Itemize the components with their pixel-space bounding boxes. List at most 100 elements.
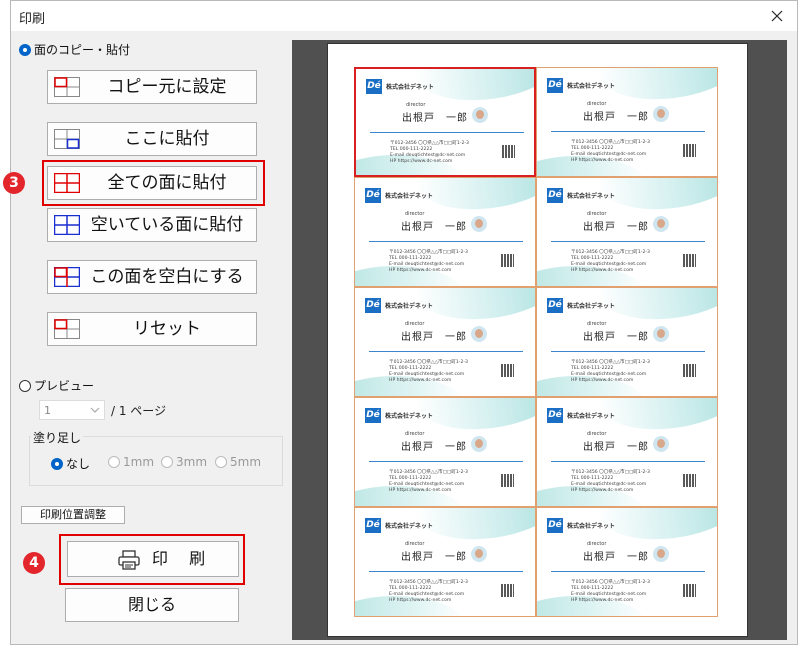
button-label: コピー元に設定	[107, 77, 227, 97]
bleed-none-radio[interactable]: なし	[51, 455, 90, 472]
page-select-value: 1	[44, 404, 51, 417]
print-preview-pane: Dé 株式会社デネット director 出根戸 一郎 〒012-3456 〇〇…	[292, 40, 787, 640]
qr-code	[683, 364, 696, 377]
page-count-label: / 1 ページ	[111, 404, 167, 418]
highlight-box-step3	[42, 160, 265, 206]
card-hp: HP https://www.dc-net.com	[571, 598, 634, 603]
paste-here-button[interactable]: ここに貼付	[47, 122, 257, 156]
page-select[interactable]: 1	[39, 400, 105, 420]
company-logo: Dé	[547, 408, 563, 423]
qr-code	[683, 144, 696, 157]
mode-preview-radio[interactable]: プレビュー	[19, 377, 94, 394]
card-name: 出根戸 一郎	[583, 332, 649, 343]
card-name: 出根戸 一郎	[401, 442, 467, 453]
card-hp: HP https://www.dc-net.com	[571, 158, 634, 163]
button-label: この面を空白にする	[90, 267, 244, 287]
print-dialog: 印刷 面のコピー・貼付 コピー元に設定 ここに貼付 全ての面に貼付 3 空いてい…	[3, 0, 798, 645]
grid-paste-here-icon	[54, 129, 80, 149]
card-role: director	[405, 431, 425, 437]
bleed-option-label: 5mm	[230, 455, 262, 469]
card-role: director	[587, 431, 607, 437]
business-card-face[interactable]: Dé 株式会社デネット director 出根戸 一郎 〒012-3456 〇〇…	[536, 177, 718, 287]
card-name: 出根戸 一郎	[583, 222, 649, 233]
button-label: 空いている面に貼付	[90, 215, 244, 235]
business-card-face[interactable]: Dé 株式会社デネット director 出根戸 一郎 〒012-3456 〇〇…	[536, 67, 718, 177]
card-role: director	[587, 541, 607, 547]
card-hp: HP https://www.dc-net.com	[571, 488, 634, 493]
card-company: 株式会社デネット	[386, 84, 435, 91]
business-card-face[interactable]: Dé 株式会社デネット director 出根戸 一郎 〒012-3456 〇〇…	[354, 397, 536, 507]
business-card-face[interactable]: Dé 株式会社デネット director 出根戸 一郎 〒012-3456 〇〇…	[354, 287, 536, 397]
business-card-face[interactable]: Dé 株式会社デネット director 出根戸 一郎 〒012-3456 〇〇…	[354, 67, 536, 177]
mode-preview-label: プレビュー	[34, 379, 95, 393]
radio-unselected-icon	[215, 456, 227, 468]
radio-unselected-icon	[108, 456, 120, 468]
card-divider	[369, 571, 523, 572]
radio-selected-icon	[19, 43, 31, 56]
business-card-face[interactable]: Dé 株式会社デネット director 出根戸 一郎 〒012-3456 〇〇…	[536, 397, 718, 507]
window-title: 印刷	[19, 12, 46, 27]
card-photo	[653, 216, 669, 232]
business-card-face[interactable]: Dé 株式会社デネット director 出根戸 一郎 〒012-3456 〇〇…	[536, 507, 718, 617]
print-position-adjust-button[interactable]: 印刷位置調整	[21, 506, 125, 524]
company-logo: Dé	[365, 408, 381, 423]
title-bar: 印刷	[11, 1, 797, 31]
card-divider	[369, 241, 523, 242]
company-logo: Dé	[547, 188, 563, 203]
card-photo	[471, 326, 487, 342]
card-role: director	[587, 101, 607, 107]
card-company: 株式会社デネット	[385, 413, 434, 420]
grid-paste-empty-icon	[54, 215, 80, 235]
card-contact-info: 〒012-3456 〇〇県△△市□□町1-2-3 TEL 000-111-222…	[571, 250, 650, 274]
card-divider	[370, 132, 524, 133]
card-company: 株式会社デネット	[385, 303, 434, 310]
card-photo	[471, 546, 487, 562]
card-hp: HP https://www.dc-net.com	[389, 488, 452, 493]
close-window-button[interactable]	[765, 4, 789, 28]
qr-code	[502, 145, 515, 158]
set-copy-source-button[interactable]: コピー元に設定	[47, 70, 257, 104]
company-logo: Dé	[366, 79, 382, 94]
card-divider	[551, 571, 705, 572]
grid-reset-icon	[54, 319, 80, 339]
card-contact-info: 〒012-3456 〇〇県△△市□□町1-2-3 TEL 000-111-222…	[571, 580, 650, 604]
card-divider	[551, 241, 705, 242]
card-divider	[551, 351, 705, 352]
card-company: 株式会社デネット	[385, 523, 434, 530]
close-icon	[771, 10, 783, 22]
highlight-box-step4	[59, 534, 245, 585]
company-logo: Dé	[365, 298, 381, 313]
business-card-face[interactable]: Dé 株式会社デネット director 出根戸 一郎 〒012-3456 〇〇…	[536, 287, 718, 397]
card-photo	[653, 326, 669, 342]
card-role: director	[405, 321, 425, 327]
paste-empty-button[interactable]: 空いている面に貼付	[47, 208, 257, 242]
clear-face-button[interactable]: この面を空白にする	[47, 260, 257, 294]
card-contact-info: 〒012-3456 〇〇県△△市□□町1-2-3 TEL 000-111-222…	[571, 360, 650, 384]
card-divider	[551, 461, 705, 462]
card-contact-info: 〒012-3456 〇〇県△△市□□町1-2-3 TEL 000-111-222…	[389, 360, 468, 384]
card-role: director	[587, 211, 607, 217]
mode-copy-paste-radio[interactable]: 面のコピー・貼付	[19, 41, 130, 58]
card-company: 株式会社デネット	[567, 303, 616, 310]
close-button[interactable]: 閉じる	[65, 588, 239, 622]
card-photo	[472, 107, 488, 123]
bleed-option-label: なし	[66, 457, 91, 471]
bleed-5mm-radio[interactable]: 5mm	[215, 455, 261, 469]
bleed-3mm-radio[interactable]: 3mm	[161, 455, 207, 469]
business-card-face[interactable]: Dé 株式会社デネット director 出根戸 一郎 〒012-3456 〇〇…	[354, 507, 536, 617]
company-logo: Dé	[547, 298, 563, 313]
card-photo	[653, 436, 669, 452]
card-name: 出根戸 一郎	[401, 552, 467, 563]
card-contact-info: 〒012-3456 〇〇県△△市□□町1-2-3 TEL 000-111-222…	[389, 580, 468, 604]
bleed-1mm-radio[interactable]: 1mm	[108, 455, 154, 469]
reset-button[interactable]: リセット	[47, 312, 257, 346]
card-photo	[471, 216, 487, 232]
company-logo: Dé	[365, 188, 381, 203]
card-hp: HP https://www.dc-net.com	[389, 268, 452, 273]
qr-code	[501, 364, 514, 377]
mode-copy-paste-label: 面のコピー・貼付	[34, 43, 131, 57]
qr-code	[683, 584, 696, 597]
card-role: director	[406, 102, 426, 108]
business-card-face[interactable]: Dé 株式会社デネット director 出根戸 一郎 〒012-3456 〇〇…	[354, 177, 536, 287]
qr-code	[501, 584, 514, 597]
